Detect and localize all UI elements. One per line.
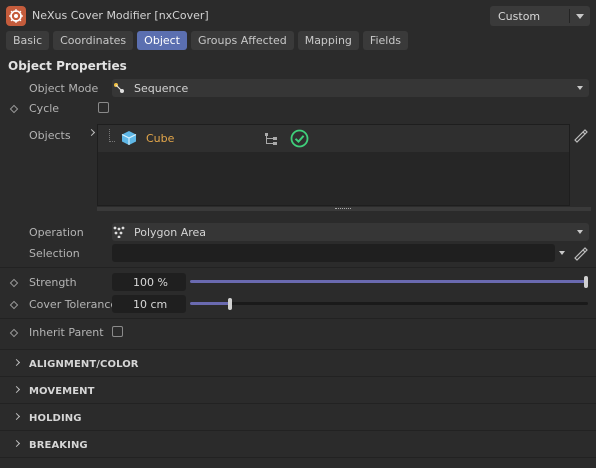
- group-title: ALIGNMENT/COLOR: [29, 359, 139, 370]
- objects-label: Objects: [29, 129, 71, 142]
- chevron-right-icon: [12, 385, 21, 394]
- tab-fields[interactable]: Fields: [362, 31, 409, 50]
- divider: [0, 403, 596, 404]
- divider: [0, 267, 596, 268]
- chevron-right-icon: [12, 439, 21, 448]
- selection-field[interactable]: [112, 244, 555, 262]
- strength-slider[interactable]: [190, 280, 588, 283]
- list-resize-handle[interactable]: [97, 207, 591, 211]
- objects-list[interactable]: Cube: [97, 124, 570, 206]
- group-title: BREAKING: [29, 440, 88, 451]
- inherit-parent-label: Inherit Parent: [29, 326, 104, 339]
- sequence-icon: [108, 82, 130, 94]
- pick-object-icon[interactable]: [572, 127, 588, 146]
- gear-logo-icon: [9, 9, 23, 23]
- chevron-right-icon: [12, 358, 21, 367]
- selection-dropdown-icon[interactable]: [559, 251, 565, 255]
- tab-mapping[interactable]: Mapping: [297, 31, 359, 50]
- preset-value: Custom: [498, 9, 541, 23]
- tab-basic[interactable]: Basic: [6, 31, 50, 50]
- group-movement[interactable]: MOVEMENT: [0, 379, 596, 403]
- section-title: Object Properties: [8, 59, 127, 73]
- group-alignment-color[interactable]: ALIGNMENT/COLOR: [0, 352, 596, 376]
- operation-label: Operation: [29, 226, 84, 239]
- list-item[interactable]: Cube: [98, 125, 569, 152]
- group-title: MOVEMENT: [29, 386, 95, 397]
- cover-tolerance-label: Cover Tolerance: [29, 298, 118, 311]
- expand-objects-icon[interactable]: [87, 128, 96, 137]
- chevron-right-icon: [12, 412, 21, 421]
- cube-icon: [121, 130, 137, 149]
- tree-connector: [109, 129, 115, 142]
- preset-dropdown[interactable]: Custom: [490, 6, 590, 26]
- strength-slider-fill: [190, 280, 588, 283]
- cover-tolerance-slider-knob[interactable]: [228, 298, 232, 310]
- strength-field[interactable]: 100 %: [112, 273, 186, 291]
- strength-slider-knob[interactable]: [584, 276, 588, 288]
- tab-coordinates[interactable]: Coordinates: [53, 31, 134, 50]
- polygon-area-icon: [108, 226, 130, 238]
- divider: [0, 430, 596, 431]
- cycle-checkbox[interactable]: [98, 102, 109, 113]
- keyframe-diamond-icon[interactable]: [9, 328, 19, 338]
- divider: [0, 318, 596, 319]
- divider: [0, 376, 596, 377]
- divider: [0, 457, 596, 458]
- group-holding[interactable]: HOLDING: [0, 406, 596, 430]
- window-title: NeXus Cover Modifier [nxCover]: [32, 9, 209, 22]
- keyframe-diamond-icon[interactable]: [9, 278, 19, 288]
- object-mode-value: Sequence: [134, 81, 189, 95]
- chevron-down-icon: [577, 86, 583, 90]
- group-title: HOLDING: [29, 413, 82, 424]
- cover-tolerance-slider[interactable]: [190, 302, 588, 305]
- tab-bar: Basic Coordinates Object Groups Affected…: [6, 31, 409, 50]
- inherit-parent-checkbox[interactable]: [112, 326, 123, 337]
- chevron-down-icon[interactable]: [570, 13, 590, 19]
- operation-dropdown[interactable]: Polygon Area: [112, 223, 589, 241]
- tab-groups-affected[interactable]: Groups Affected: [191, 31, 294, 50]
- enabled-check-icon[interactable]: [290, 129, 309, 151]
- divider: [0, 349, 596, 350]
- hierarchy-icon[interactable]: [264, 132, 278, 149]
- keyframe-diamond-icon[interactable]: [9, 300, 19, 310]
- object-name[interactable]: Cube: [146, 132, 174, 145]
- cover-tolerance-slider-fill: [190, 302, 230, 305]
- app-icon: [6, 6, 26, 26]
- cycle-label: Cycle: [29, 102, 60, 115]
- tab-object[interactable]: Object: [137, 31, 187, 50]
- cover-tolerance-field[interactable]: 10 cm: [112, 295, 186, 313]
- group-breaking[interactable]: BREAKING: [0, 433, 596, 457]
- object-mode-label: Object Mode: [29, 82, 99, 95]
- object-mode-dropdown[interactable]: Sequence: [112, 79, 589, 97]
- chevron-down-icon: [577, 230, 583, 234]
- selection-label: Selection: [29, 247, 80, 260]
- operation-value: Polygon Area: [134, 225, 207, 239]
- keyframe-diamond-icon[interactable]: [9, 104, 19, 114]
- pick-selection-icon[interactable]: [572, 245, 588, 264]
- strength-label: Strength: [29, 276, 77, 289]
